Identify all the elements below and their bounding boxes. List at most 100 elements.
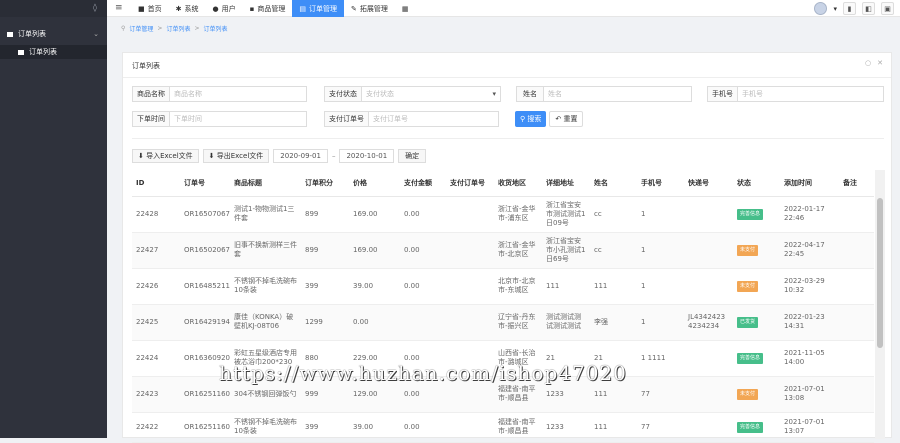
filter-actions: ⚲ 搜索 ↶ 重置 — [515, 111, 584, 127]
list-icon — [7, 31, 13, 37]
cell-text: 浙江省-金华市-浦东区 — [498, 205, 536, 222]
pay-status-select[interactable]: 支付状态 ▾ — [362, 86, 501, 102]
trash-icon[interactable]: ▮ — [843, 2, 856, 15]
table-cell-phone: 1 — [637, 304, 684, 341]
lock-icon[interactable]: ▣ — [881, 2, 894, 15]
vertical-scrollbar[interactable] — [875, 170, 885, 439]
cell-text: 899 — [305, 245, 319, 254]
filter-label: 手机号 — [707, 86, 738, 102]
fullscreen-icon[interactable]: ✕ — [877, 59, 883, 67]
sidebar-group-label: 订单列表 — [18, 30, 46, 38]
table-cell-paid: 0.00 — [400, 196, 446, 233]
table-row[interactable]: 22428 OR1650706784273 测试1-物物测试1三件套 899 169.0… — [132, 196, 874, 233]
cell-text: 169.00 — [353, 245, 378, 254]
nav-item-user[interactable]: ● 用户 — [206, 0, 243, 17]
topbar: ≡ ■ 首页 ✱ 系统 ● 用户 ▪ 商品管理 ▤ 订单管理 ✎ 拓展管理 ▦ ▾ ▮ ◧ … — [107, 0, 900, 17]
table-body: 22428 OR1650706784273 测试1-物物测试1三件套 899 169.0… — [132, 196, 874, 443]
column-header: 价格 — [349, 170, 400, 197]
search-button[interactable]: ⚲ 搜索 — [515, 111, 547, 127]
table-cell-address: 浙江省宝安市测试测试1日09号 — [542, 196, 590, 233]
menu-toggle-icon[interactable]: ≡ — [115, 3, 123, 13]
cell-text: 899 — [305, 209, 319, 218]
table-cell-id: 22428 — [132, 196, 180, 233]
avatar[interactable] — [814, 2, 828, 15]
sidebar-item-order-list[interactable]: 订单列表 — [0, 45, 107, 59]
sidebar-group-orders[interactable]: 订单列表 ⌄ — [0, 27, 107, 41]
product-name-input[interactable]: 商品名称 — [170, 86, 307, 102]
table-cell-pay-no — [446, 196, 494, 233]
cell-text: 304不锈钢回弹饭勺 — [234, 389, 297, 398]
cell-text: JL4342423 4234234 — [688, 313, 726, 330]
nav-item-orders[interactable]: ▤ 订单管理 — [292, 0, 344, 17]
cell-text: 浙江省宝安市测试测试1日09号 — [546, 200, 586, 227]
breadcrumb-item[interactable]: 订单列表 — [166, 24, 190, 33]
table-cell-address: 测试测试测试测试测试 — [542, 304, 590, 341]
divider — [132, 138, 884, 139]
cell-text: 不锈钢不掉毛洗碗布10条装 — [234, 277, 297, 294]
cell-text: 1 — [641, 245, 646, 254]
cell-text: 康佳（KONKA）破壁机KJ-08T06 — [234, 313, 294, 330]
order-time-input[interactable]: 下单时间 — [170, 111, 307, 127]
gear-icon: ✱ — [175, 4, 182, 13]
cell-text: 2022-01-17 22:46 — [784, 205, 825, 222]
table-row[interactable]: 22427 OR1650206747998 旧事不换新测样三件套 899 169.00 0… — [132, 232, 874, 269]
table-toolbar: ⬇ 导入Excel文件 ⬇ 导出Excel文件 2020-09-01 – 202… — [132, 149, 427, 163]
cell-text: OR1625116070731 — [184, 422, 230, 431]
pay-order-input[interactable]: 支付订单号 — [369, 111, 499, 127]
nav-item-home[interactable]: ■ 首页 — [131, 0, 169, 17]
chevron-down-icon[interactable]: ▾ — [833, 5, 837, 13]
table-row[interactable]: 22426 OR1648521137964 不锈钢不掉毛洗碗布10条装 399 39.0… — [132, 268, 874, 305]
table-cell-express — [684, 232, 733, 269]
cell-text: OR1642919494650 — [184, 317, 230, 326]
table-cell-phone: 1 1111 — [637, 340, 684, 377]
export-excel-button[interactable]: ⬇ 导出Excel文件 — [202, 149, 270, 163]
phone-input[interactable]: 手机号 — [738, 86, 884, 102]
status-badge: 未支付 — [737, 388, 759, 400]
table-cell-price: 169.00 — [349, 232, 400, 269]
filter-label: 商品名称 — [132, 86, 170, 102]
list-icon: ▤ — [299, 4, 306, 13]
nav-item-products[interactable]: ▪ 商品管理 — [243, 0, 293, 17]
sidebar: ◊ 订单列表 ⌄ 订单列表 — [0, 0, 107, 438]
table-cell-id: 22423 — [132, 376, 180, 413]
confirm-button[interactable]: 确定 — [398, 149, 427, 163]
reset-button[interactable]: ↶ 重置 — [549, 111, 584, 127]
nav-item-grid[interactable]: ▦ — [395, 0, 416, 17]
table-cell-name: cc — [590, 196, 637, 233]
name-input[interactable]: 姓名 — [544, 86, 692, 102]
date-from-input[interactable]: 2020-09-01 — [273, 149, 328, 163]
date-to-input[interactable]: 2020-10-01 — [339, 149, 395, 163]
cell-text: OR1650706784273 — [184, 209, 230, 218]
table-cell-remark — [839, 376, 874, 413]
breadcrumb-item[interactable]: 订单列表 — [204, 24, 228, 33]
scrollbar-thumb[interactable] — [877, 198, 883, 348]
breadcrumb-item[interactable]: 订单管理 — [129, 24, 153, 33]
column-header: 商品标题 — [230, 170, 301, 197]
cell-text: 22425 — [136, 317, 159, 326]
column-header: 姓名 — [590, 170, 637, 197]
column-header: 详细地址 — [542, 170, 590, 197]
droplet-icon: ◊ — [93, 3, 97, 12]
refresh-icon[interactable]: ○ — [865, 59, 871, 67]
table-cell-phone: 1 — [637, 196, 684, 233]
nav-item-system[interactable]: ✱ 系统 — [169, 0, 206, 17]
table-cell-time: 2022-01-17 22:46 — [780, 196, 839, 233]
expand-icon[interactable]: ◧ — [862, 2, 875, 15]
location-icon: ⚲ — [121, 25, 126, 32]
filter-phone: 手机号 手机号 — [707, 86, 884, 102]
import-label: 导入Excel文件 — [146, 152, 193, 160]
table-cell-name: 李强 — [590, 304, 637, 341]
column-header: 支付订单号 — [446, 170, 494, 197]
table-row[interactable]: 22425 OR1642919494650 康佳（KONKA）破壁机KJ-08T06… — [132, 304, 874, 341]
table-cell-paid — [400, 304, 446, 341]
nav-item-extensions[interactable]: ✎ 拓展管理 — [344, 0, 395, 17]
chevron-down-icon: ⌄ — [93, 30, 99, 38]
table-cell-paid: 0.00 — [400, 268, 446, 305]
nav-label: 商品管理 — [257, 4, 286, 13]
panel-tools: ○ ✕ — [865, 59, 883, 67]
breadcrumb-separator: > — [157, 25, 163, 32]
filter-pay-order: 支付订单号 支付订单号 — [324, 111, 499, 127]
table-cell-order: OR1650706784273 — [180, 196, 230, 233]
nav-label: 订单管理 — [308, 4, 337, 13]
import-excel-button[interactable]: ⬇ 导入Excel文件 — [132, 149, 199, 163]
